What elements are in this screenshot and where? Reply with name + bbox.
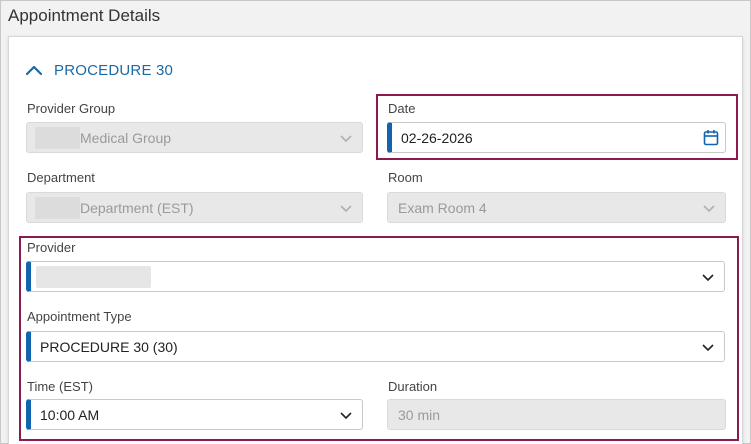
- chevron-down-icon: [702, 344, 714, 352]
- section-toggle[interactable]: PROCEDURE 30: [24, 60, 173, 80]
- section-title: PROCEDURE 30: [54, 61, 174, 79]
- calendar-icon[interactable]: [703, 129, 719, 146]
- time-value: 10:00 AM: [40, 406, 100, 423]
- provider-group-value: Medical Group: [80, 129, 172, 146]
- redacted-text: [36, 265, 151, 288]
- department-label: Department: [27, 170, 95, 185]
- room-label: Room: [388, 170, 423, 185]
- provider-group-label: Provider Group: [27, 101, 116, 116]
- chevron-up-icon: [25, 65, 43, 76]
- date-input[interactable]: 02-26-2026: [387, 122, 726, 153]
- chevron-down-icon: [340, 135, 352, 143]
- provider-label: Provider: [27, 240, 76, 255]
- duration-field: 30 min: [387, 399, 726, 430]
- room-select[interactable]: Exam Room 4: [387, 192, 726, 223]
- chevron-down-icon: [340, 205, 352, 213]
- appointment-type-label: Appointment Type: [27, 309, 132, 324]
- redacted-text: [35, 196, 80, 219]
- provider-group-select[interactable]: Medical Group: [26, 122, 363, 153]
- department-select[interactable]: Department (EST): [26, 192, 363, 223]
- department-value: Department (EST): [80, 199, 194, 216]
- date-label: Date: [388, 101, 416, 116]
- time-select[interactable]: 10:00 AM: [26, 399, 363, 430]
- duration-label: Duration: [388, 379, 438, 394]
- room-value: Exam Room 4: [398, 199, 487, 216]
- redacted-text: [35, 126, 80, 149]
- time-label: Time (EST): [27, 379, 93, 394]
- appointment-type-value: PROCEDURE 30 (30): [40, 338, 178, 355]
- chevron-down-icon: [340, 412, 352, 420]
- date-value: 02-26-2026: [401, 129, 473, 146]
- chevron-down-icon: [702, 274, 714, 282]
- chevron-down-icon: [703, 205, 715, 213]
- provider-select[interactable]: [26, 261, 725, 292]
- appointment-type-select[interactable]: PROCEDURE 30 (30): [26, 331, 725, 362]
- page-title: Appointment Details: [8, 6, 161, 25]
- duration-value: 30 min: [398, 406, 441, 423]
